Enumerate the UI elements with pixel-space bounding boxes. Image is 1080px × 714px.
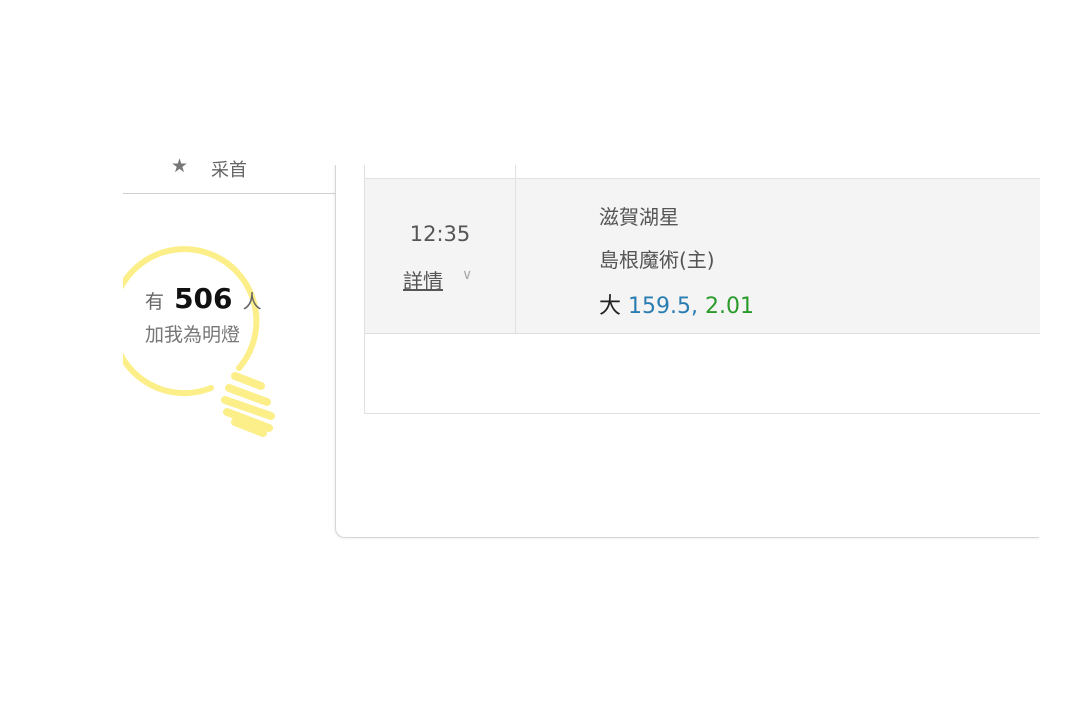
- match-time: 12:35: [409, 222, 471, 246]
- follower-count-line: 有 506 人: [145, 282, 262, 315]
- follower-prefix: 有: [145, 291, 165, 313]
- follower-caption: 加我為明燈: [145, 324, 241, 346]
- column-divider: [515, 165, 516, 178]
- star-icon: ★: [171, 155, 189, 177]
- match-table: 12:35 詳情 ∨ 滋賀湖星 島根魔術(主) 大 159.5, 2.01: [364, 165, 1040, 414]
- follower-suffix: 人: [242, 291, 262, 313]
- main-panel: 12:35 詳情 ∨ 滋賀湖星 島根魔術(主) 大 159.5, 2.01: [335, 165, 1040, 538]
- follower-count: 506: [174, 282, 233, 315]
- sidebar: ★ 采首 有 506 人 加我為明燈: [123, 152, 335, 442]
- odds-separator: ,: [691, 294, 698, 319]
- odds-type: 大: [599, 294, 622, 319]
- details-link[interactable]: 詳情: [403, 265, 443, 294]
- chevron-down-icon[interactable]: ∨: [462, 267, 472, 283]
- odds-pick: 大 159.5, 2.01: [599, 288, 754, 320]
- sidebar-menu-item-label: 采首: [211, 160, 247, 181]
- odds-price: 2.01: [705, 294, 754, 319]
- column-divider: [515, 179, 516, 333]
- table-row-previous: [365, 165, 1040, 179]
- lightbulb-follow-badge[interactable]: 有 506 人 加我為明燈: [123, 242, 283, 442]
- away-team: 滋賀湖星: [599, 205, 679, 229]
- home-team: 島根魔術(主): [599, 248, 715, 272]
- odds-line-value: 159.5: [628, 294, 691, 319]
- table-row: 12:35 詳情 ∨ 滋賀湖星 島根魔術(主) 大 159.5, 2.01: [365, 179, 1040, 334]
- sidebar-menu-item[interactable]: ★ 采首: [123, 152, 335, 194]
